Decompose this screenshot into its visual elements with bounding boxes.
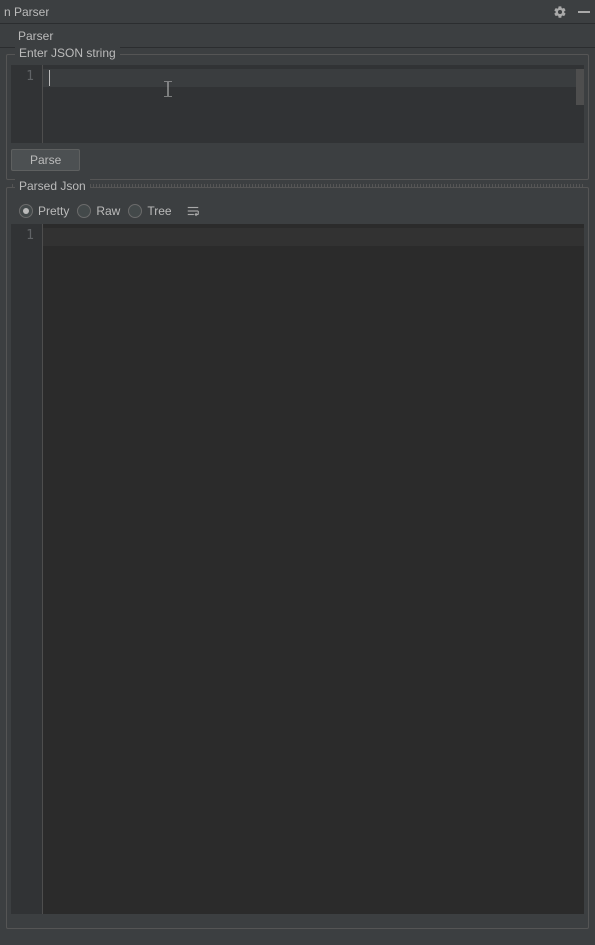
output-editor-content[interactable]	[43, 224, 584, 914]
radio-tree[interactable]	[128, 204, 142, 218]
main-content: Enter JSON string 1 Parse Parsed Json Pr…	[0, 48, 595, 935]
input-panel: Enter JSON string 1 Parse	[6, 54, 589, 180]
gear-icon[interactable]	[553, 5, 567, 19]
parse-button[interactable]: Parse	[11, 149, 80, 171]
radio-raw-group[interactable]: Raw	[77, 204, 124, 218]
input-legend: Enter JSON string	[15, 46, 120, 60]
radio-pretty[interactable]	[19, 204, 33, 218]
scrollbar-vertical[interactable]	[576, 69, 584, 105]
output-active-line-highlight	[43, 228, 584, 246]
input-editor-content[interactable]	[43, 65, 584, 143]
window-title: n Parser	[4, 5, 49, 19]
output-line-number: 1	[26, 228, 34, 243]
radio-tree-label: Tree	[147, 204, 171, 218]
radio-raw-label: Raw	[96, 204, 120, 218]
title-bar: n Parser	[0, 0, 595, 24]
input-gutter: 1	[11, 65, 43, 143]
title-actions	[553, 5, 591, 19]
radio-pretty-label: Pretty	[38, 204, 69, 218]
json-input-editor[interactable]: 1	[11, 65, 584, 143]
radio-raw[interactable]	[77, 204, 91, 218]
output-panel: Parsed Json Pretty Raw Tree	[6, 187, 589, 929]
output-legend: Parsed Json	[15, 179, 90, 193]
text-caret	[49, 70, 50, 86]
json-output-editor[interactable]: 1	[11, 224, 584, 914]
tab-parser[interactable]: Parser	[18, 29, 53, 43]
active-line-highlight	[43, 69, 578, 87]
output-gutter: 1	[11, 224, 43, 914]
input-line-number: 1	[26, 69, 34, 84]
wrap-icon[interactable]	[186, 204, 200, 218]
view-mode-bar: Pretty Raw Tree	[11, 198, 584, 224]
minimize-icon[interactable]	[577, 5, 591, 19]
button-row: Parse	[7, 143, 588, 177]
radio-pretty-group[interactable]: Pretty	[19, 204, 73, 218]
tab-bar: Parser	[0, 24, 595, 48]
radio-tree-group[interactable]: Tree	[128, 204, 175, 218]
